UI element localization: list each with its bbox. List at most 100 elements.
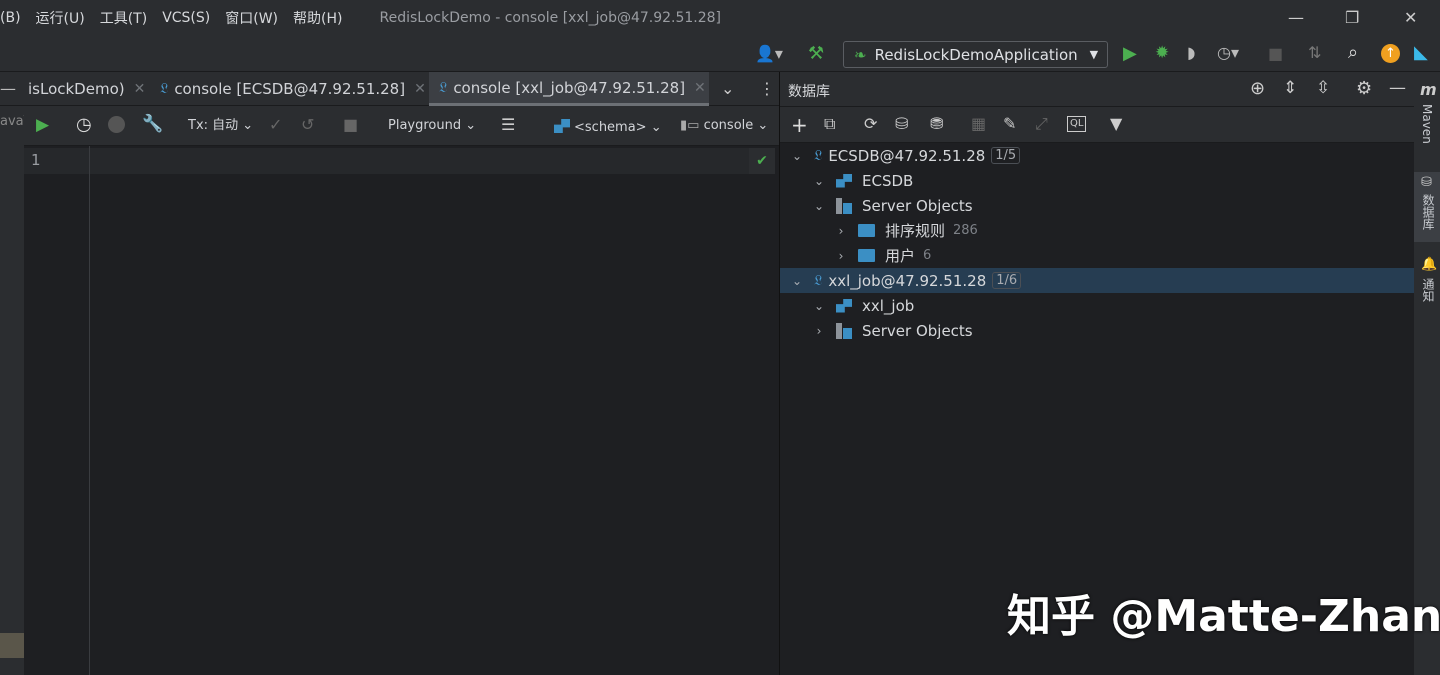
rollback-icon[interactable]: ↺ bbox=[301, 117, 314, 133]
close-tab-icon[interactable]: ✕ bbox=[134, 81, 146, 97]
more-icon[interactable]: ⋮ bbox=[759, 81, 775, 97]
collapse-all-icon[interactable]: ⇳ bbox=[1316, 80, 1330, 97]
edit-icon[interactable]: ✎ bbox=[1003, 116, 1016, 132]
stop-session-icon[interactable] bbox=[108, 116, 125, 133]
database-toolbar: + ⧉ ⟳ ⛁ ⛃ ▦ ✎ ⤢ QL ▼ bbox=[780, 107, 1414, 143]
playground-select[interactable]: Playground ⌄ bbox=[388, 119, 476, 132]
tab-label: isLockDemo) bbox=[28, 80, 125, 98]
search-icon[interactable]: ⌕ bbox=[1348, 44, 1358, 62]
tab-label: console [xxl_job@47.92.51.28] bbox=[453, 78, 686, 97]
tree-node-ecsdb-schema[interactable]: ⌄ ECSDB bbox=[780, 168, 1414, 193]
tree-node-collations[interactable]: › 排序规则 286 bbox=[780, 218, 1414, 243]
close-tab-icon[interactable]: ✕ bbox=[414, 81, 426, 97]
minimize-icon[interactable]: — bbox=[1288, 8, 1304, 27]
menu-tools[interactable]: 工具(T) bbox=[100, 8, 147, 28]
build-hammer-icon[interactable]: ⚒ bbox=[808, 45, 824, 63]
execute-icon[interactable]: ▶ bbox=[36, 117, 49, 134]
user-icon[interactable]: 👤▾ bbox=[755, 46, 783, 62]
plugin-icon[interactable]: ◣ bbox=[1414, 44, 1428, 62]
node-label: Server Objects bbox=[862, 321, 973, 340]
cancel-icon[interactable]: ■ bbox=[343, 117, 358, 133]
expand-all-icon[interactable]: ⇕ bbox=[1283, 80, 1297, 97]
history-icon[interactable]: ◷ bbox=[76, 116, 92, 134]
console-select[interactable]: ▮▭ console ⌄ bbox=[680, 119, 768, 132]
playground-label: Playground bbox=[388, 118, 462, 133]
debug-icon[interactable]: ✹ bbox=[1155, 45, 1169, 62]
vcs-icon[interactable]: ⇅ bbox=[1308, 45, 1321, 61]
tree-node-xxl-job-datasource[interactable]: ⌄ 𝔏xxl_job@47.92.51.28 1/6 bbox=[780, 268, 1414, 293]
chevron-right-icon[interactable]: › bbox=[834, 249, 848, 263]
maven-icon: m bbox=[1420, 80, 1437, 99]
gear-icon[interactable]: ⚙ bbox=[1356, 80, 1372, 98]
spring-icon: ❧ bbox=[854, 45, 867, 64]
tab-redislockdemo[interactable]: isLockDemo) ✕ bbox=[28, 72, 145, 106]
run-icon[interactable]: ▶ bbox=[1123, 45, 1137, 63]
stop-icon[interactable]: ■ bbox=[1268, 46, 1283, 62]
database-tool-button[interactable]: 数据库 bbox=[1420, 194, 1437, 230]
chevron-right-icon[interactable]: › bbox=[834, 224, 848, 238]
chevron-right-icon[interactable]: › bbox=[812, 324, 826, 338]
locate-icon[interactable]: ⊕ bbox=[1250, 80, 1265, 98]
settings-wrench-icon[interactable]: 🔧 bbox=[142, 116, 163, 133]
schema-select[interactable]: <schema> ⌄ bbox=[554, 119, 662, 134]
schema-icon bbox=[836, 173, 852, 188]
query-console-icon[interactable]: QL bbox=[1067, 116, 1087, 132]
commit-icon[interactable]: ✓ bbox=[269, 117, 282, 133]
coverage-icon[interactable]: ◗ bbox=[1187, 45, 1195, 61]
tab-console-ecsdb[interactable]: 𝔏console [ECSDB@47.92.51.28] ✕ bbox=[160, 72, 426, 106]
hide-icon[interactable]: — bbox=[1389, 80, 1406, 97]
mysql-icon: 𝔏 bbox=[814, 272, 823, 289]
console-label: console bbox=[703, 118, 754, 133]
tree-node-users[interactable]: › 用户 6 bbox=[780, 243, 1414, 268]
chevron-down-icon[interactable]: ⌄ bbox=[812, 174, 826, 188]
chevron-down-icon[interactable]: ⌄ bbox=[790, 274, 804, 288]
update-icon[interactable]: ↑ bbox=[1381, 44, 1400, 63]
menu-vcs[interactable]: VCS(S) bbox=[162, 10, 210, 26]
tab-console-xxl-job[interactable]: 𝔏console [xxl_job@47.92.51.28] ✕ bbox=[429, 72, 709, 106]
close-tab-icon[interactable]: ✕ bbox=[694, 80, 706, 96]
restore-icon[interactable]: ❐ bbox=[1345, 8, 1359, 27]
data-source-properties-icon[interactable]: ⛁ bbox=[895, 116, 908, 132]
tab-list-chevron-icon[interactable]: ⌄ bbox=[721, 81, 734, 97]
tree-node-server-objects[interactable]: › Server Objects bbox=[780, 318, 1414, 343]
add-icon[interactable]: + bbox=[791, 115, 808, 135]
menu-build[interactable]: (B) bbox=[0, 10, 21, 26]
close-icon[interactable]: ✕ bbox=[1404, 8, 1417, 27]
refresh-icon[interactable]: ⟳ bbox=[864, 116, 877, 132]
inspection-ok-icon[interactable]: ✔ bbox=[749, 148, 775, 174]
chevron-down-icon[interactable]: ⌄ bbox=[812, 199, 826, 213]
tx-mode-select[interactable]: Tx: 自动 ⌄ bbox=[188, 119, 253, 132]
tree-node-server-objects[interactable]: ⌄ Server Objects bbox=[780, 193, 1414, 218]
duplicate-icon[interactable]: ⧉ bbox=[824, 116, 835, 132]
chevron-down-icon[interactable]: ⌄ bbox=[812, 299, 826, 313]
menu-help[interactable]: 帮助(H) bbox=[293, 8, 342, 28]
disconnect-icon[interactable]: ⛃ bbox=[930, 116, 943, 132]
title-bar: (B) 运行(U) 工具(T) VCS(S) 窗口(W) 帮助(H) Redis… bbox=[0, 0, 1440, 36]
filter-icon[interactable]: ▼ bbox=[1110, 116, 1122, 132]
node-label: ECSDB@47.92.51.28 bbox=[828, 146, 986, 165]
panel-title: 数据库 bbox=[788, 84, 830, 100]
maven-tool-button[interactable]: Maven bbox=[1420, 104, 1434, 144]
mysql-icon: 𝔏 bbox=[814, 147, 823, 164]
jump-icon[interactable]: ⤢ bbox=[1035, 116, 1048, 132]
run-config-label: RedisLockDemoApplication bbox=[874, 45, 1078, 64]
collapse-icon[interactable]: — bbox=[0, 81, 16, 97]
window-title: RedisLockDemo - console [xxl_job@47.92.5… bbox=[379, 10, 722, 26]
current-line: 1 bbox=[24, 148, 749, 174]
tree-node-ecsdb-datasource[interactable]: ⌄ 𝔏 ECSDB@47.92.51.28 1/5 bbox=[780, 143, 1414, 168]
chevron-down-icon[interactable]: ⌄ bbox=[790, 149, 804, 163]
menu-window[interactable]: 窗口(W) bbox=[225, 8, 278, 28]
run-config-select[interactable]: ❧ RedisLockDemoApplication ▼ bbox=[843, 41, 1108, 68]
profile-icon[interactable]: ◷▾ bbox=[1217, 45, 1239, 61]
database-icon: ⛁ bbox=[1421, 175, 1432, 190]
node-label: xxl_job bbox=[862, 296, 915, 315]
table-icon[interactable]: ▦ bbox=[971, 116, 986, 132]
menu-run[interactable]: 运行(U) bbox=[36, 8, 85, 28]
tx-mode-label: Tx: 自动 bbox=[188, 118, 239, 133]
tree-node-xxl-job-schema[interactable]: ⌄ xxl_job bbox=[780, 293, 1414, 318]
schema-icon bbox=[836, 298, 852, 313]
output-table-icon[interactable]: ☰ bbox=[501, 117, 515, 133]
line-number: 1 bbox=[31, 151, 41, 169]
sql-editor[interactable] bbox=[24, 146, 779, 675]
notifications-tool-button[interactable]: 通知 bbox=[1420, 278, 1437, 302]
